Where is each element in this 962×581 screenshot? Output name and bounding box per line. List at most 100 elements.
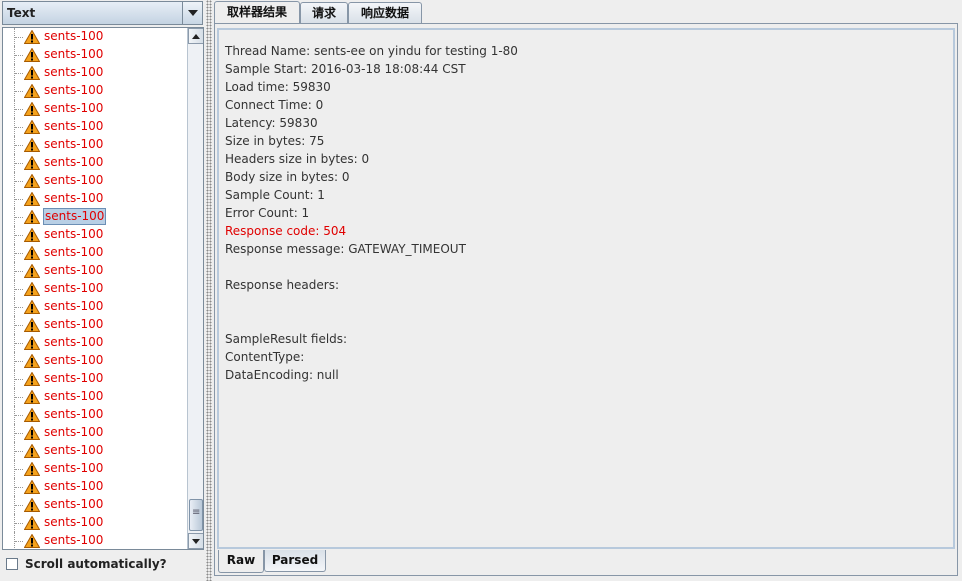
tree-item-label: sents-100	[44, 47, 104, 61]
tree-item-label: sents-100	[44, 353, 104, 367]
tree-item[interactable]: sents-100	[3, 46, 187, 64]
tree-guide-line	[15, 163, 23, 164]
tab-content: Thread Name: sents-ee on yindu for testi…	[214, 23, 958, 576]
tree-item-label: sents-100	[44, 461, 104, 475]
result-line	[225, 258, 518, 276]
tree-item[interactable]: sents-100	[3, 514, 187, 532]
tree-item[interactable]: sents-100	[3, 28, 187, 46]
combo-dropdown-arrow-icon[interactable]	[182, 2, 202, 24]
tab-sampler-result[interactable]: 取样器结果	[214, 1, 300, 24]
result-line: Sample Start: 2016-03-18 18:08:44 CST	[225, 62, 466, 76]
scroll-up-icon[interactable]	[188, 28, 203, 44]
tree-item[interactable]: sents-100	[3, 208, 187, 226]
tree-guide-line	[15, 181, 23, 182]
tree-item[interactable]: sents-100	[3, 316, 187, 334]
tree-item[interactable]: sents-100	[3, 496, 187, 514]
tree-item-label: sents-100	[44, 371, 104, 385]
tree-item-label: sents-100	[44, 281, 104, 295]
tree-item-label: sents-100	[44, 119, 104, 133]
warning-icon	[24, 138, 40, 152]
tree-item-label: sents-100	[44, 335, 104, 349]
warning-icon	[24, 264, 40, 278]
result-line: Body size in bytes: 0	[225, 170, 350, 184]
tab-request[interactable]: 请求	[300, 2, 348, 23]
warning-icon	[24, 480, 40, 494]
warning-icon	[24, 210, 40, 224]
tree-guide-line	[15, 55, 23, 56]
tab-parsed[interactable]: Parsed	[264, 550, 326, 572]
tree-scrollbar[interactable]	[187, 28, 203, 549]
tab-response-data[interactable]: 响应数据	[348, 2, 422, 23]
tree-item-label: sents-100	[44, 245, 104, 259]
tree-item-label: sents-100	[44, 227, 104, 241]
warning-icon	[24, 318, 40, 332]
tree-item[interactable]: sents-100	[3, 82, 187, 100]
view-mode-combo[interactable]: Text	[2, 1, 203, 25]
tree-item[interactable]: sents-100	[3, 478, 187, 496]
tree-item-label: sents-100	[44, 533, 104, 547]
tree-item[interactable]: sents-100	[3, 298, 187, 316]
tree-item[interactable]: sents-100	[3, 190, 187, 208]
warning-icon	[24, 192, 40, 206]
tree-item[interactable]: sents-100	[3, 226, 187, 244]
tree-item[interactable]: sents-100	[3, 118, 187, 136]
tree-item[interactable]: sents-100	[3, 352, 187, 370]
tree-item-label: sents-100	[44, 29, 104, 43]
tree-item-label: sents-100	[44, 137, 104, 151]
result-detail-panel: 取样器结果 请求 响应数据 Thread Name: sents-ee on y…	[212, 0, 962, 581]
tree-item-label: sents-100	[44, 263, 104, 277]
tree-guide-line	[15, 109, 23, 110]
warning-icon	[24, 354, 40, 368]
warning-icon	[24, 102, 40, 116]
tree-item[interactable]: sents-100	[3, 172, 187, 190]
view-mode-selected: Text	[7, 6, 36, 20]
tree-guide-line	[15, 37, 23, 38]
tree-item[interactable]: sents-100	[3, 442, 187, 460]
warning-icon	[24, 84, 40, 98]
tree-item-label: sents-100	[44, 407, 104, 421]
tab-raw[interactable]: Raw	[218, 550, 264, 573]
tree-guide-line	[15, 451, 23, 452]
tree-guide-line	[15, 361, 23, 362]
tree-item[interactable]: sents-100	[3, 406, 187, 424]
result-line: Headers size in bytes: 0	[225, 152, 370, 166]
warning-icon	[24, 228, 40, 242]
warning-icon	[24, 174, 40, 188]
warning-icon	[24, 516, 40, 530]
tree-item[interactable]: sents-100	[3, 154, 187, 172]
scroll-automatically-label: Scroll automatically?	[25, 557, 167, 571]
tree-item-label: sents-100	[44, 191, 104, 205]
tree-guide-line	[15, 397, 23, 398]
result-line: Load time: 59830	[225, 80, 331, 94]
warning-icon	[24, 246, 40, 260]
tree-item[interactable]: sents-100	[3, 334, 187, 352]
tree-item-label: sents-100	[44, 65, 104, 79]
tree-item[interactable]: sents-100	[3, 388, 187, 406]
warning-icon	[24, 120, 40, 134]
tree-guide-line	[15, 505, 23, 506]
tree-item[interactable]: sents-100	[3, 424, 187, 442]
tree-item[interactable]: sents-100	[3, 460, 187, 478]
tree-item[interactable]: sents-100	[3, 100, 187, 118]
warning-icon	[24, 156, 40, 170]
tree-guide-line	[15, 433, 23, 434]
tree-guide-line	[15, 73, 23, 74]
tree-item[interactable]: sents-100	[3, 280, 187, 298]
tree-item[interactable]: sents-100	[3, 244, 187, 262]
tree-item[interactable]: sents-100	[3, 262, 187, 280]
tree-item-label: sents-100	[43, 208, 107, 225]
warning-icon	[24, 498, 40, 512]
scroll-down-icon[interactable]	[188, 533, 203, 549]
scroll-thumb[interactable]	[189, 499, 203, 531]
result-line: Response code: 504	[225, 224, 347, 238]
tree-guide-line	[15, 271, 23, 272]
tree-item-label: sents-100	[44, 497, 104, 511]
tree-item[interactable]: sents-100	[3, 370, 187, 388]
tree-item[interactable]: sents-100	[3, 64, 187, 82]
tree-item[interactable]: sents-100	[3, 136, 187, 154]
warning-icon	[24, 534, 40, 548]
sample-result-text[interactable]: Thread Name: sents-ee on yindu for testi…	[217, 28, 955, 549]
tree-item[interactable]: sents-100	[3, 532, 187, 549]
tree-item-label: sents-100	[44, 155, 104, 169]
scroll-automatically-checkbox[interactable]	[6, 558, 18, 570]
